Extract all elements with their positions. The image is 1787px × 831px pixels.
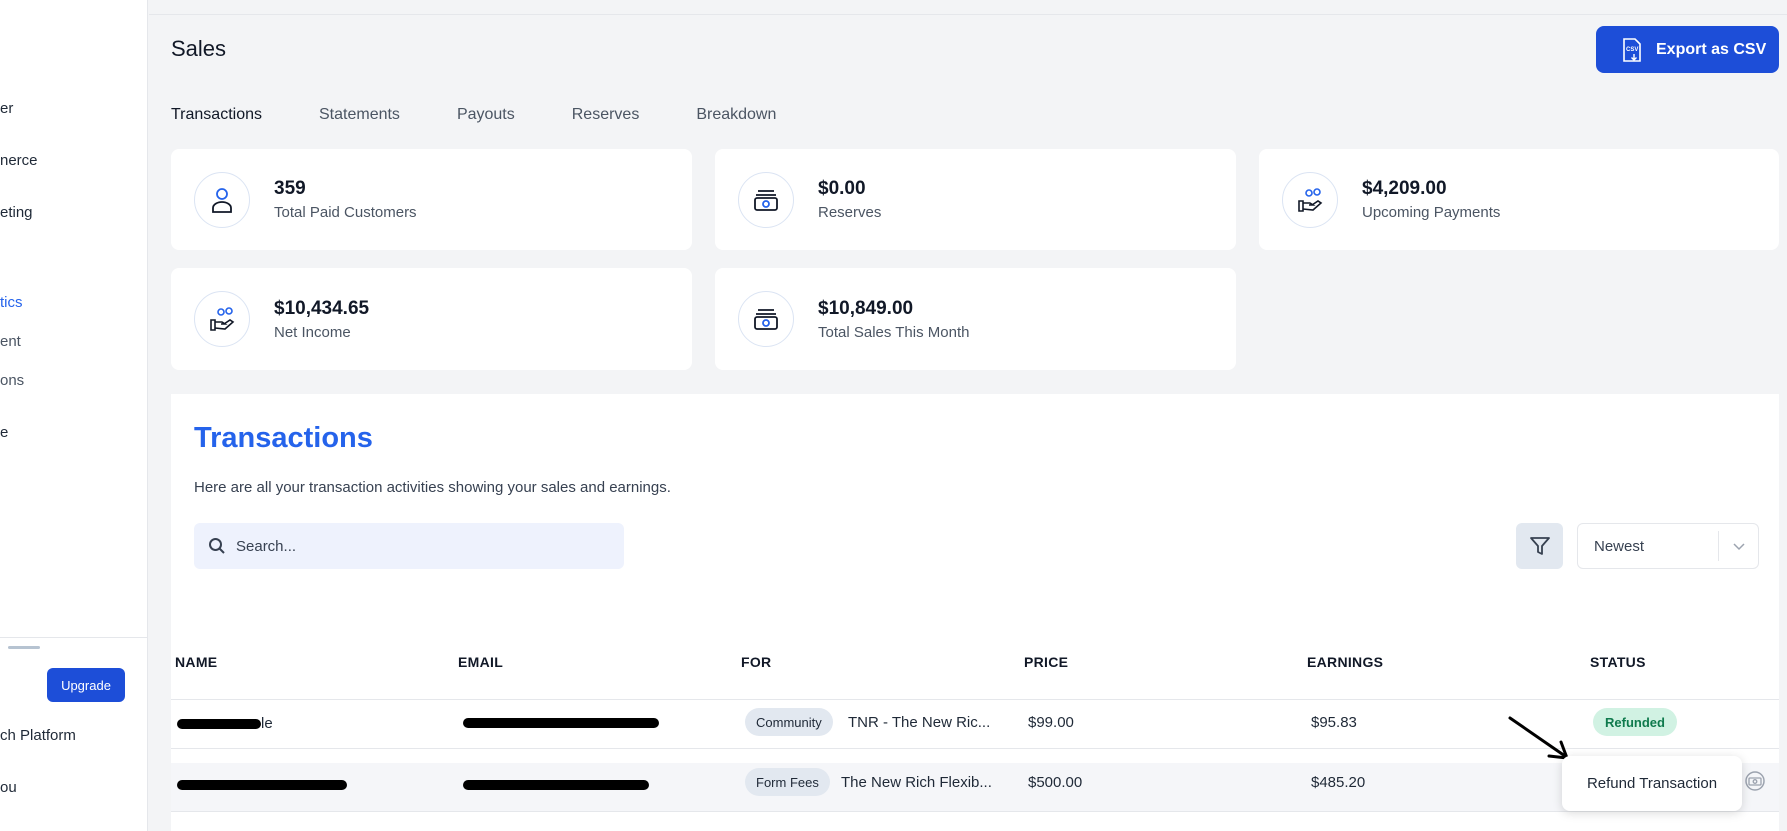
column-header-for: FOR bbox=[741, 654, 772, 670]
sidebar-item-3[interactable]: eting bbox=[0, 204, 33, 221]
filter-icon bbox=[1529, 537, 1550, 555]
refund-icon[interactable] bbox=[1743, 769, 1767, 793]
column-header-status: STATUS bbox=[1590, 654, 1646, 670]
sort-select[interactable]: Newest bbox=[1577, 523, 1759, 569]
stat-label: Upcoming Payments bbox=[1362, 204, 1501, 221]
sidebar-item-1[interactable]: er bbox=[0, 100, 13, 117]
export-csv-button[interactable]: CSV Export as CSV bbox=[1596, 26, 1779, 73]
sidebar-item-platform[interactable]: ch Platform bbox=[0, 727, 76, 744]
stat-value: 359 bbox=[274, 178, 306, 199]
refund-transaction-menu-item[interactable]: Refund Transaction bbox=[1562, 756, 1742, 811]
header-divider bbox=[149, 14, 1787, 15]
stat-label: Total Paid Customers bbox=[274, 204, 417, 221]
column-header-earnings: EARNINGS bbox=[1307, 654, 1384, 670]
tab-reserves[interactable]: Reserves bbox=[572, 106, 640, 124]
column-header-price: PRICE bbox=[1024, 654, 1069, 670]
transactions-title: Transactions bbox=[194, 422, 373, 454]
sidebar: er nerce eting tics ent ons e Upgrade ch… bbox=[0, 0, 148, 831]
stat-value: $4,209.00 bbox=[1362, 178, 1447, 199]
price-cell: $500.00 bbox=[1028, 774, 1083, 791]
product-title: TNR - The New Ric... bbox=[848, 714, 991, 731]
page-title: Sales bbox=[171, 36, 227, 61]
sidebar-item-analytics[interactable]: tics bbox=[0, 294, 23, 311]
cash-icon bbox=[738, 291, 794, 347]
stat-card-reserves: $0.00 Reserves bbox=[715, 149, 1236, 250]
sidebar-item-5[interactable]: ent bbox=[0, 333, 21, 350]
tab-transactions[interactable]: Transactions bbox=[171, 106, 262, 124]
hand-coins-icon bbox=[1282, 171, 1338, 228]
cash-icon bbox=[738, 171, 794, 228]
filter-button[interactable] bbox=[1516, 523, 1563, 569]
stat-value: $10,849.00 bbox=[818, 297, 914, 319]
svg-text:CSV: CSV bbox=[1626, 47, 1638, 53]
hand-coins-icon bbox=[194, 291, 250, 347]
stat-value: $10,434.65 bbox=[274, 297, 370, 319]
row-divider bbox=[171, 811, 1779, 812]
stat-label: Total Sales This Month bbox=[818, 323, 970, 341]
product-type-badge: Community bbox=[745, 708, 833, 736]
column-header-email: EMAIL bbox=[458, 654, 504, 670]
product-title: The New Rich Flexib... bbox=[841, 774, 992, 791]
sidebar-item-7[interactable]: e bbox=[0, 424, 8, 441]
stat-label: Net Income bbox=[274, 323, 351, 341]
upgrade-button[interactable]: Upgrade bbox=[47, 668, 125, 702]
sidebar-handle[interactable] bbox=[8, 646, 40, 649]
redacted-name bbox=[177, 719, 261, 729]
redacted-email bbox=[463, 718, 659, 728]
transactions-subtitle: Here are all your transaction activities… bbox=[194, 479, 671, 496]
csv-file-icon: CSV bbox=[1623, 37, 1641, 62]
name-cell: le bbox=[261, 715, 273, 732]
redacted-email bbox=[463, 780, 649, 790]
stat-value: $0.00 bbox=[818, 178, 866, 199]
table-header-divider bbox=[171, 699, 1779, 700]
sort-select-value: Newest bbox=[1594, 537, 1645, 555]
sidebar-divider bbox=[0, 637, 148, 638]
price-cell: $99.00 bbox=[1028, 714, 1074, 731]
status-badge: Refunded bbox=[1593, 708, 1677, 736]
transactions-panel: Transactions Here are all your transacti… bbox=[171, 394, 1779, 831]
stat-card-customers: 359 Total Paid Customers bbox=[171, 149, 692, 250]
tab-payouts[interactable]: Payouts bbox=[457, 106, 515, 124]
stat-card-net-income: $10,434.65 Net Income bbox=[171, 268, 692, 370]
export-csv-label: Export as CSV bbox=[1656, 40, 1767, 58]
stat-label: Reserves bbox=[818, 204, 882, 221]
sidebar-item-account[interactable]: ou bbox=[0, 779, 17, 796]
redacted-name bbox=[177, 780, 347, 790]
tabs: Transactions Statements Payouts Reserves… bbox=[171, 106, 833, 124]
stat-card-total-sales: $10,849.00 Total Sales This Month bbox=[715, 268, 1236, 370]
earnings-cell: $95.83 bbox=[1311, 714, 1357, 731]
chevron-down-icon bbox=[1718, 531, 1758, 561]
column-header-name: NAME bbox=[175, 654, 218, 670]
sidebar-item-2[interactable]: nerce bbox=[0, 152, 38, 169]
tab-statements[interactable]: Statements bbox=[319, 106, 400, 124]
sidebar-item-6[interactable]: ons bbox=[0, 372, 24, 389]
product-type-badge: Form Fees bbox=[745, 768, 830, 796]
stat-card-upcoming: $4,209.00 Upcoming Payments bbox=[1259, 149, 1779, 250]
search-box bbox=[194, 523, 624, 569]
search-icon bbox=[209, 538, 225, 554]
tab-breakdown[interactable]: Breakdown bbox=[696, 106, 776, 124]
user-icon bbox=[194, 171, 250, 228]
search-input[interactable] bbox=[236, 537, 606, 555]
earnings-cell: $485.20 bbox=[1311, 774, 1366, 791]
